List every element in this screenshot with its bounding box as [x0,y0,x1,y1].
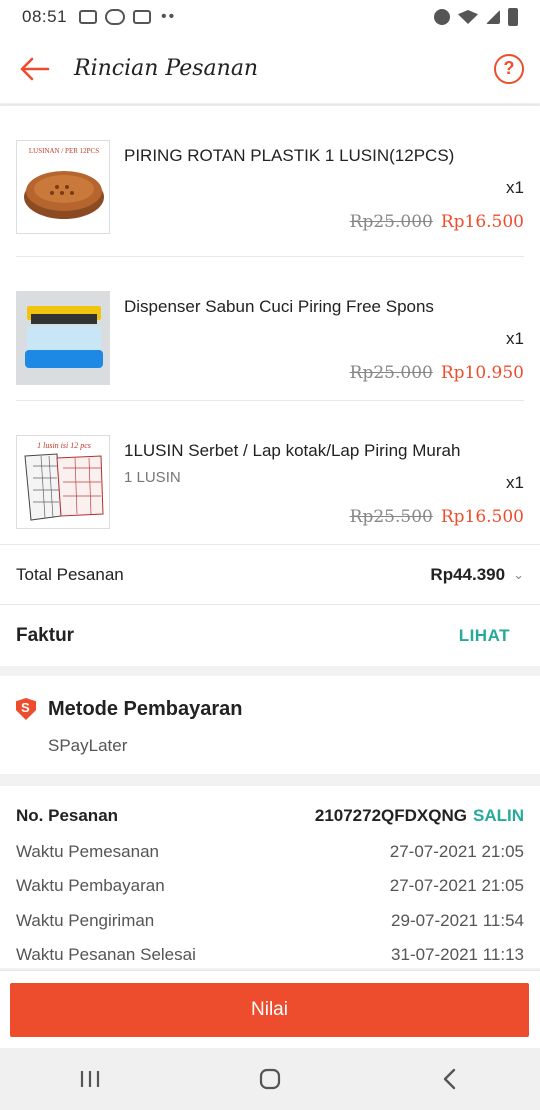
original-price: Rp25.500 [349,507,433,527]
thumb-caption: 1 lusin isi 12 pcs [37,441,91,450]
page-title: Rincian Pesanan [74,56,259,81]
arrow-left-icon[interactable] [0,34,70,104]
home-icon[interactable] [240,1059,300,1099]
order-time-row: Waktu Pemesanan 27-07-2021 21:05 [16,842,524,862]
time-value: 31-07-2021 11:13 [391,945,524,964]
time-label: Waktu Pesanan Selesai [16,945,196,964]
status-time: 08:51 [22,7,68,26]
help-icon[interactable]: ? [494,53,524,84]
time-value: 27-07-2021 21:05 [389,876,524,895]
time-label: Waktu Pemesanan [16,842,159,861]
product-image: 1 lusin isi 12 pcs [16,435,110,529]
original-price: Rp25.000 [349,212,433,232]
product-name: 1LUSIN Serbet / Lap kotak/Lap Piring Mur… [124,441,461,460]
line-icon [105,9,126,25]
system-nav-bar [0,1048,540,1110]
status-bar: 08:51 •• [0,0,540,34]
order-time-row: Waktu Pembayaran 27-07-2021 21:05 [16,876,524,896]
order-info-section: No. Pesanan 2107272QFDXQNG SALIN Waktu P… [0,786,540,968]
payment-method-label: Metode Pembayaran [48,698,243,720]
copy-button[interactable]: SALIN [473,806,524,826]
back-icon[interactable] [420,1059,480,1099]
sale-price: Rp16.500 [440,507,524,527]
product-prices: Rp25.000 Rp10.950 [350,363,524,383]
list-item[interactable]: Dispenser Sabun Cuci Piring Free Spons x… [16,256,524,400]
payment-method-section: Metode Pembayaran SPayLater [0,676,540,774]
product-prices: Rp25.500 Rp16.500 [350,507,524,527]
view-invoice-link[interactable]: LIHAT [459,626,510,646]
recent-apps-icon[interactable] [60,1059,120,1099]
order-total[interactable]: Total Pesanan Rp44.390 ⌄ [0,544,540,604]
product-qty: x1 [506,178,524,197]
product-prices: Rp25.000 Rp16.500 [350,212,524,232]
product-name: PIRING ROTAN PLASTIK 1 LUSIN(12PCS) [124,146,455,165]
order-number-label: No. Pesanan [16,806,119,825]
product-name: Dispenser Sabun Cuci Piring Free Spons [124,297,434,316]
app-bar: Rincian Pesanan ? [0,34,540,104]
signal-icon [486,10,500,24]
rate-button[interactable]: Nilai [10,983,529,1037]
list-item[interactable]: 1 lusin isi 12 pcs 1LUSIN Serbet / Lap k… [16,400,524,544]
alarm-icon [434,9,450,25]
invoice-row: Faktur LIHAT [0,604,540,666]
product-image [16,291,110,385]
total-label: Total Pesanan [16,564,124,584]
chevron-down-icon[interactable]: ⌄ [513,567,524,583]
product-image: LUSINAN / PER 12PCS [16,140,110,234]
shield-icon [16,698,36,720]
thumb-caption: LUSINAN / PER 12PCS [29,147,99,155]
list-item[interactable]: LUSINAN / PER 12PCS PIRING ROTAN PLASTIK… [16,106,524,250]
time-value: 27-07-2021 21:05 [389,842,524,861]
sale-price: Rp10.950 [440,363,524,383]
total-amount: Rp44.390 [430,564,506,584]
time-label: Waktu Pembayaran [16,876,165,895]
time-value: 29-07-2021 11:54 [391,911,524,930]
more-notifications-icon: •• [161,8,177,25]
image-icon [79,10,98,24]
order-items: LUSINAN / PER 12PCS PIRING ROTAN PLASTIK… [0,106,540,604]
product-variant: 1 LUSIN [124,469,181,486]
invoice-label: Faktur [16,624,75,646]
time-label: Waktu Pengiriman [16,911,155,930]
product-qty: x1 [506,329,524,348]
bottom-action-bar: Nilai [0,970,540,1048]
app-icon [133,10,152,24]
order-number-row: No. Pesanan 2107272QFDXQNG SALIN [16,806,524,826]
order-number-value: 2107272QFDXQNG [314,806,467,825]
product-qty: x1 [506,473,524,492]
battery-icon [508,8,518,26]
original-price: Rp25.000 [349,363,433,383]
payment-method-value: SPayLater [48,736,128,755]
sale-price: Rp16.500 [440,212,524,232]
wifi-icon [458,10,478,24]
order-time-row: Waktu Pengiriman 29-07-2021 11:54 [16,911,524,931]
order-time-row: Waktu Pesanan Selesai 31-07-2021 11:13 [16,945,524,965]
